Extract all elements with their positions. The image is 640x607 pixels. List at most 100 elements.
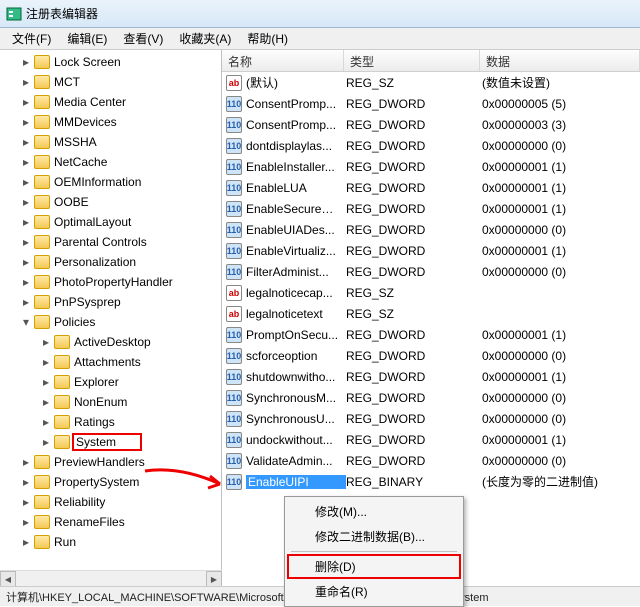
folder-icon [34,75,50,89]
folder-icon [34,135,50,149]
list-row[interactable]: 110FilterAdminist...REG_DWORD0x00000000 … [222,261,640,282]
cell-data: 0x00000003 (3) [482,118,640,132]
ctx-modify[interactable]: 修改(M)... [287,499,461,524]
expand-icon[interactable]: ▸ [20,515,32,529]
list-row[interactable]: 110EnableUIPIREG_BINARY(长度为零的二进制值) [222,471,640,492]
expand-icon[interactable]: ▸ [40,375,52,389]
expand-icon[interactable]: ▸ [20,235,32,249]
list-row[interactable]: 110undockwithout...REG_DWORD0x00000001 (… [222,429,640,450]
expand-icon[interactable]: ▸ [40,435,52,449]
col-name[interactable]: 名称 [222,50,344,71]
tree-item[interactable]: ▸MMDevices [0,112,221,132]
expand-icon[interactable]: ▸ [20,495,32,509]
cell-type: REG_DWORD [346,412,482,426]
tree-item[interactable]: ▸Parental Controls [0,232,221,252]
tree-item[interactable]: ▸PreviewHandlers [0,452,221,472]
tree-item[interactable]: ▸Reliability [0,492,221,512]
tree-pane[interactable]: ▸Lock Screen▸MCT▸Media Center▸MMDevices▸… [0,50,222,586]
expand-icon[interactable]: ▾ [20,315,32,329]
list-row[interactable]: 110EnableSecureU...REG_DWORD0x00000001 (… [222,198,640,219]
cell-data: 0x00000000 (0) [482,265,640,279]
list-row[interactable]: 110PromptOnSecu...REG_DWORD0x00000001 (1… [222,324,640,345]
expand-icon[interactable]: ▸ [20,175,32,189]
list-row[interactable]: ablegalnoticetextREG_SZ [222,303,640,324]
col-type[interactable]: 类型 [344,50,480,71]
tree-item-label: Lock Screen [54,55,121,69]
list-row[interactable]: 110scforceoptionREG_DWORD0x00000000 (0) [222,345,640,366]
expand-icon[interactable]: ▸ [40,355,52,369]
expand-icon[interactable]: ▸ [20,215,32,229]
menu-view[interactable]: 查看(V) [115,28,171,49]
cell-name: EnableSecureU... [246,202,346,216]
list-row[interactable]: 110SynchronousU...REG_DWORD0x00000000 (0… [222,408,640,429]
tree-item[interactable]: ▸PropertySystem [0,472,221,492]
tree-item[interactable]: ▸NetCache [0,152,221,172]
menu-help[interactable]: 帮助(H) [239,28,296,49]
expand-icon[interactable]: ▸ [20,475,32,489]
expand-icon[interactable]: ▸ [20,95,32,109]
tree-item[interactable]: ▸Attachments [0,352,221,372]
expand-icon[interactable]: ▸ [20,75,32,89]
expand-icon[interactable]: ▸ [20,115,32,129]
expand-icon[interactable]: ▸ [20,455,32,469]
tree-item[interactable]: ▸MSSHA [0,132,221,152]
cell-type: REG_DWORD [346,139,482,153]
expand-icon[interactable]: ▸ [20,55,32,69]
list-row[interactable]: 110ConsentPromp...REG_DWORD0x00000005 (5… [222,93,640,114]
scroll-left-icon[interactable]: ◀ [0,571,16,587]
list-row[interactable]: 110EnableInstaller...REG_DWORD0x00000001… [222,156,640,177]
ctx-modify-binary[interactable]: 修改二进制数据(B)... [287,524,461,549]
list-row[interactable]: 110ConsentPromp...REG_DWORD0x00000003 (3… [222,114,640,135]
expand-icon[interactable]: ▸ [20,195,32,209]
expand-icon[interactable]: ▸ [20,535,32,549]
cell-name: SynchronousM... [246,391,346,405]
tree-item[interactable]: ▸NonEnum [0,392,221,412]
expand-icon[interactable]: ▸ [40,335,52,349]
expand-icon[interactable]: ▸ [20,295,32,309]
tree-item[interactable]: ▸PnPSysprep [0,292,221,312]
col-data[interactable]: 数据 [480,50,640,71]
tree-item[interactable]: ▸Run [0,532,221,552]
tree-item[interactable]: ▸PhotoPropertyHandler [0,272,221,292]
folder-icon [54,415,70,429]
tree-item[interactable]: ▸ Lock Screen [0,52,221,72]
tree-item[interactable]: ▸System [0,432,221,452]
tree-item[interactable]: ▸Media Center [0,92,221,112]
list-row[interactable]: ab(默认)REG_SZ(数值未设置) [222,72,640,93]
tree-item[interactable]: ▸OptimalLayout [0,212,221,232]
list-row[interactable]: 110EnableLUAREG_DWORD0x00000001 (1) [222,177,640,198]
tree-item[interactable]: ▸OEMInformation [0,172,221,192]
list-row[interactable]: 110EnableUIADes...REG_DWORD0x00000000 (0… [222,219,640,240]
expand-icon[interactable]: ▸ [40,395,52,409]
tree-item[interactable]: ▸Explorer [0,372,221,392]
tree-item[interactable]: ▸OOBE [0,192,221,212]
menu-file[interactable]: 文件(F) [4,28,59,49]
ctx-delete[interactable]: 删除(D) [287,554,461,579]
expand-icon[interactable]: ▸ [40,415,52,429]
tree-hscrollbar[interactable]: ◀ ▶ [0,570,222,586]
folder-icon [34,195,50,209]
list-row[interactable]: ablegalnoticecap...REG_SZ [222,282,640,303]
tree-item[interactable]: ▸RenameFiles [0,512,221,532]
ctx-rename[interactable]: 重命名(R) [287,579,461,604]
menu-favorites[interactable]: 收藏夹(A) [171,28,239,49]
tree-item[interactable]: ▸MCT [0,72,221,92]
list-row[interactable]: 110shutdownwitho...REG_DWORD0x00000001 (… [222,366,640,387]
list-row[interactable]: 110dontdisplaylas...REG_DWORD0x00000000 … [222,135,640,156]
expand-icon[interactable]: ▸ [20,255,32,269]
expand-icon[interactable]: ▸ [20,275,32,289]
dword-icon: 110 [226,390,242,406]
tree-item[interactable]: ▸Personalization [0,252,221,272]
tree-item[interactable]: ▸Ratings [0,412,221,432]
list-row[interactable]: 110EnableVirtualiz...REG_DWORD0x00000001… [222,240,640,261]
expand-icon[interactable]: ▸ [20,155,32,169]
tree-item[interactable]: ▾Policies [0,312,221,332]
list-row[interactable]: 110SynchronousM...REG_DWORD0x00000000 (0… [222,387,640,408]
scroll-right-icon[interactable]: ▶ [206,571,222,587]
tree-item[interactable]: ▸ActiveDesktop [0,332,221,352]
expand-icon[interactable]: ▸ [20,135,32,149]
menu-edit[interactable]: 编辑(E) [59,28,115,49]
scroll-track[interactable] [16,571,206,586]
cell-name: EnableUIPI [246,475,346,489]
list-row[interactable]: 110ValidateAdmin...REG_DWORD0x00000000 (… [222,450,640,471]
